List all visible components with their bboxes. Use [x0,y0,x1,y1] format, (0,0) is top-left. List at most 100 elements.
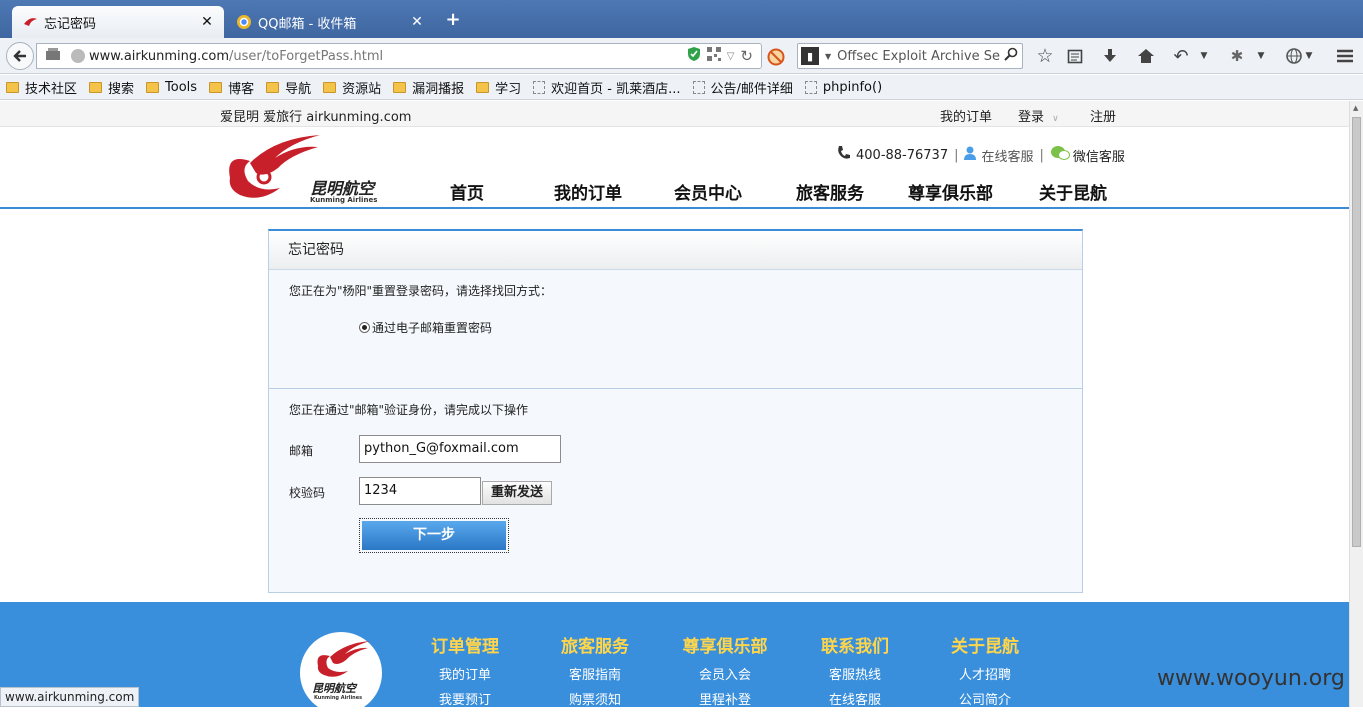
footer-link[interactable]: 会员入会 [670,663,780,688]
bookmark-folder[interactable]: 资源站 [323,78,381,97]
bookmark-folder[interactable]: 学习 [476,78,521,97]
nav-my-orders[interactable]: 我的订单 [554,179,622,204]
tab-title: QQ邮箱 - 收件箱 [258,16,357,32]
tab-forget-password[interactable]: 忘记密码 ✕ [12,6,224,38]
footer-link[interactable]: 里程补登 [670,688,780,713]
footer-link[interactable]: 在线客服 [800,688,910,713]
footer-heading: 关于昆航 [951,637,1019,657]
new-tab-button[interactable]: + [442,8,464,32]
page-icon [804,80,817,94]
extension-bug-icon[interactable]: ✱ [1226,44,1248,68]
footer-logo[interactable]: 昆明航空 Kunming Airlines [300,632,382,714]
footer-heading: 旅客服务 [561,637,629,657]
bookmark-link[interactable]: phpinfo() [804,80,882,95]
close-tab-icon[interactable]: ✕ [200,14,214,30]
page-info-icon[interactable] [45,48,65,64]
verification-code-field[interactable]: 1234 [359,477,481,505]
bookmark-link[interactable]: 欢迎首页 - 凯莱酒店... [533,78,681,97]
qr-code-icon[interactable] [706,47,721,65]
site-header: 昆明航空 Kunming Airlines 400-88-76737 | 在线客… [0,127,1349,209]
reading-list-icon[interactable] [1064,44,1086,68]
folder-icon [6,81,19,93]
site-slogan: 爱昆明 爱旅行 airkunming.com [220,110,412,125]
footer-link[interactable]: 公司简介 [930,688,1040,713]
tab-qq-mail[interactable]: QQ邮箱 - 收件箱 ✕ [226,6,434,38]
menu-icon[interactable] [1334,44,1356,68]
nav-about[interactable]: 关于昆航 [1039,179,1107,204]
scrollbar-thumb[interactable] [1352,117,1361,547]
top-link-register[interactable]: 注册 [1090,106,1116,125]
separator: | [954,147,959,163]
bookmark-label: 搜索 [108,81,135,97]
footer-link[interactable]: 客服热线 [800,663,910,688]
next-step-button[interactable]: 下一步 [359,518,509,553]
search-engine-icon[interactable]: ▮ [801,47,819,65]
resend-button[interactable]: 重新发送 [482,481,552,505]
bookmark-link[interactable]: 公告/邮件详细 [692,78,793,97]
dropdown-arrow-icon[interactable]: ▼ [1303,44,1315,68]
shield-icon[interactable] [687,46,701,66]
dropdown-arrow-icon[interactable]: ▼ [1255,44,1267,68]
folder-icon [323,81,337,93]
home-icon[interactable] [1135,44,1157,68]
bookmark-folder[interactable]: Tools [146,80,197,95]
wechat-service-link[interactable]: 微信客服 [1050,145,1125,165]
footer-logo-english: Kunming Airlines [314,695,363,701]
bookmark-folder[interactable]: 导航 [266,78,311,97]
nav-home[interactable]: 首页 [450,179,484,204]
search-engine-dropdown-icon[interactable]: ▼ [825,52,831,61]
bookmark-folder[interactable]: 技术社区 [6,78,77,97]
login-label: 登录 [1018,110,1045,125]
bookmark-label: 资源站 [342,81,382,97]
site-logo[interactable]: 昆明航空 Kunming Airlines [220,133,390,204]
undo-icon[interactable]: ↶ [1170,44,1192,68]
airline-favicon-icon [22,14,38,30]
downloads-icon[interactable] [1099,44,1121,68]
reset-method-radio[interactable]: 通过电子邮箱重置密码 [359,319,492,336]
bookmark-folder[interactable]: 博客 [209,78,254,97]
url-path: /user/toForgetPass.html [229,48,384,64]
verify-text: 您正在通过"邮箱"验证身份，请完成以下操作 [289,403,529,417]
phone-number: 400-88-76737 [856,147,949,163]
footer-col-contact: 联系我们 客服热线 在线客服 [800,632,910,713]
user-icon [964,146,977,164]
folder-icon [266,81,280,93]
email-field[interactable]: python_G@foxmail.com [359,435,561,463]
status-bar: www.airkunming.com [0,687,140,707]
address-bar[interactable]: www.airkunming.com/user/toForgetPass.htm… [36,43,762,69]
code-label: 校验码 [289,486,326,500]
back-arrow-icon [13,50,26,62]
page-scrollbar[interactable]: ▲ [1349,101,1363,707]
search-icon[interactable] [1004,47,1018,65]
close-tab-icon[interactable]: ✕ [410,14,424,30]
nav-passenger-service[interactable]: 旅客服务 [796,179,864,204]
footer-link[interactable]: 客服指南 [540,663,650,688]
top-link-orders[interactable]: 我的订单 [940,106,992,125]
scroll-up-icon[interactable]: ▲ [1353,104,1358,112]
top-link-login[interactable]: 登录 ∨ [1018,106,1059,125]
dropdown-chevron-icon[interactable]: ▽ [727,51,735,62]
reset-intro-text: 您正在为"杨阳"重置登录密码，请选择找回方式： [289,284,553,298]
back-button[interactable] [6,42,34,70]
nav-member-center[interactable]: 会员中心 [674,179,742,204]
dropdown-arrow-icon[interactable]: ▼ [1198,44,1210,68]
footer-link[interactable]: 我的订单 [410,663,520,688]
adblock-icon[interactable] [766,47,786,67]
footer-link[interactable]: 购票须知 [540,688,650,713]
bookmark-label: 导航 [285,81,312,97]
nav-vip-club[interactable]: 尊享俱乐部 [908,179,993,204]
footer-logo-name: 昆明航空 [312,682,356,695]
footer-link[interactable]: 我要预订 [410,688,520,713]
bookmark-label: 博客 [228,81,255,97]
bookmark-star-icon[interactable]: ☆ [1034,44,1056,68]
bookmark-folder[interactable]: 漏洞播报 [393,78,464,97]
online-service-link[interactable]: 在线客服 [964,146,1034,165]
radio-checked-icon [359,322,370,333]
proxy-globe-icon[interactable] [1283,44,1305,68]
bookmark-folder[interactable]: 搜索 [89,78,134,97]
next-step-label: 下一步 [362,521,506,550]
footer-link[interactable]: 人才招聘 [930,663,1040,688]
reload-icon[interactable]: ↻ [740,47,753,65]
online-service-label: 在线客服 [981,149,1034,165]
search-bar[interactable]: ▮ ▼ Offsec Exploit Archive Search [797,43,1023,69]
